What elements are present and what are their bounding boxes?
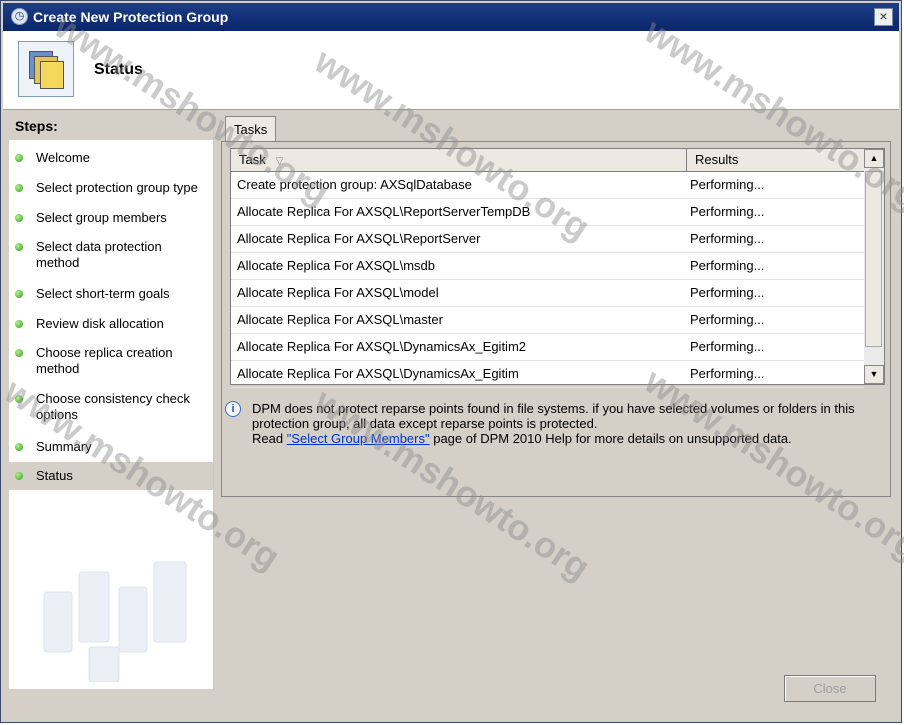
- sidebar-item-label: Summary: [36, 439, 92, 454]
- tasks-table: Task ▽ Results Create protection group: A…: [230, 148, 885, 388]
- protection-group-icon: [18, 41, 74, 97]
- step-complete-icon: [15, 184, 23, 192]
- task-cell: Create protection group: AXSqlDatabase: [237, 177, 472, 192]
- info-line-2: Read "Select Group Members" page of DPM …: [252, 431, 880, 446]
- step-complete-icon: [15, 290, 23, 298]
- result-cell: Performing...: [690, 177, 765, 192]
- table-row[interactable]: Allocate Replica For AXSQL\msdb Performin…: [231, 253, 864, 280]
- table-body: Create protection group: AXSqlDatabase Pe…: [231, 172, 864, 388]
- main-content: Tasks Task ▽ Results Create protection gr…: [221, 114, 897, 689]
- dpm-app-icon: ◷: [11, 8, 28, 25]
- sidebar-item-group-type[interactable]: Select protection group type: [9, 180, 213, 200]
- result-cell: Performing...: [690, 285, 765, 300]
- task-cell: Allocate Replica For AXSQL\master: [237, 312, 443, 327]
- sidebar-item-summary[interactable]: Summary: [9, 439, 213, 459]
- table-row[interactable]: Create protection group: AXSqlDatabase Pe…: [231, 172, 864, 199]
- sidebar-item-label: Welcome: [36, 150, 90, 165]
- result-cell: Performing...: [690, 258, 765, 273]
- column-label: Task: [239, 152, 266, 167]
- steps-sidebar: Steps: Welcome Select protection group t…: [9, 112, 214, 689]
- sidebar-item-label: Choose consistency check options: [36, 391, 190, 422]
- sidebar-item-label: Review disk allocation: [36, 316, 164, 331]
- info-icon: i: [225, 401, 241, 417]
- result-cell: Performing...: [690, 366, 765, 381]
- task-cell: Allocate Replica For AXSQL\ReportServerT…: [237, 204, 531, 219]
- scroll-thumb[interactable]: [865, 171, 882, 347]
- steps-heading: Steps:: [9, 112, 213, 140]
- step-complete-icon: [15, 320, 23, 328]
- step-complete-icon: [15, 243, 23, 251]
- tab-tasks[interactable]: Tasks: [225, 116, 277, 142]
- dialog-window: ◷ Create New Protection Group × Status S…: [0, 0, 902, 723]
- sidebar-item-replica-creation[interactable]: Choose replica creation method: [9, 345, 213, 379]
- task-cell: Allocate Replica For AXSQL\msdb: [237, 258, 435, 273]
- close-window-icon[interactable]: ×: [874, 8, 893, 26]
- table-row[interactable]: Allocate Replica For AXSQL\ReportServer P…: [231, 226, 864, 253]
- page-header: Status: [3, 31, 899, 110]
- step-complete-icon: [15, 349, 23, 357]
- vertical-scrollbar[interactable]: ▲ ▼: [864, 149, 884, 384]
- sidebar-item-label: Status: [36, 468, 73, 483]
- column-header-task[interactable]: Task ▽: [231, 149, 687, 171]
- table-header: Task ▽ Results: [231, 149, 864, 172]
- sidebar-item-label: Select short-term goals: [36, 286, 170, 301]
- scroll-up-icon[interactable]: ▲: [864, 149, 884, 168]
- sidebar-item-disk-allocation[interactable]: Review disk allocation: [9, 316, 213, 336]
- sort-filter-icon[interactable]: ▽: [276, 156, 284, 167]
- sidebar-item-short-term-goals[interactable]: Select short-term goals: [9, 286, 213, 306]
- step-complete-icon: [15, 154, 23, 162]
- table-row[interactable]: Allocate Replica For AXSQL\DynamicsAx_Eg…: [231, 334, 864, 361]
- sidebar-item-label: Select data protection method: [36, 239, 162, 270]
- task-cell: Allocate Replica For AXSQL\model: [237, 285, 439, 300]
- info-prefix: Read: [252, 431, 287, 446]
- info-text: DPM does not protect reparse points foun…: [252, 401, 880, 446]
- result-cell: Performing...: [690, 204, 765, 219]
- sidebar-item-group-members[interactable]: Select group members: [9, 210, 213, 230]
- servers-illustration: [43, 561, 187, 682]
- sidebar-item-label: Select group members: [36, 210, 167, 225]
- table-row[interactable]: Allocate Replica For AXSQL\ReportServerT…: [231, 199, 864, 226]
- page-title: Status: [94, 61, 143, 78]
- step-complete-icon: [15, 472, 23, 480]
- title-bar: ◷ Create New Protection Group ×: [3, 3, 899, 31]
- info-line-1: DPM does not protect reparse points foun…: [252, 401, 855, 431]
- close-button[interactable]: Close: [784, 675, 876, 702]
- task-cell: Allocate Replica For AXSQL\DynamicsAx_Eg…: [237, 339, 527, 354]
- sidebar-item-welcome[interactable]: Welcome: [9, 150, 213, 170]
- task-cell: Allocate Replica For AXSQL\ReportServer: [237, 231, 481, 246]
- info-suffix: page of DPM 2010 Help for more details o…: [429, 431, 792, 446]
- step-complete-icon: [15, 443, 23, 451]
- table-row[interactable]: Allocate Replica For AXSQL\DynamicsAx_Eg…: [231, 361, 864, 388]
- scroll-down-icon[interactable]: ▼: [864, 365, 884, 384]
- column-header-results[interactable]: Results: [687, 149, 864, 171]
- sidebar-item-data-protection-method[interactable]: Select data protection method: [9, 239, 213, 273]
- task-cell: Allocate Replica For AXSQL\DynamicsAx_Eg…: [237, 366, 519, 381]
- select-group-members-link[interactable]: "Select Group Members": [287, 431, 430, 446]
- step-complete-icon: [15, 214, 23, 222]
- result-cell: Performing...: [690, 339, 765, 354]
- step-complete-icon: [15, 395, 23, 403]
- sidebar-item-status[interactable]: Status: [9, 462, 213, 490]
- window-title: Create New Protection Group: [33, 9, 229, 25]
- table-row[interactable]: Allocate Replica For AXSQL\master Perform…: [231, 307, 864, 334]
- table-row[interactable]: Allocate Replica For AXSQL\model Performi…: [231, 280, 864, 307]
- result-cell: Performing...: [690, 231, 765, 246]
- result-cell: Performing...: [690, 312, 765, 327]
- sidebar-item-consistency-check[interactable]: Choose consistency check options: [9, 391, 213, 425]
- sidebar-item-label: Choose replica creation method: [36, 345, 173, 376]
- sidebar-item-label: Select protection group type: [36, 180, 198, 195]
